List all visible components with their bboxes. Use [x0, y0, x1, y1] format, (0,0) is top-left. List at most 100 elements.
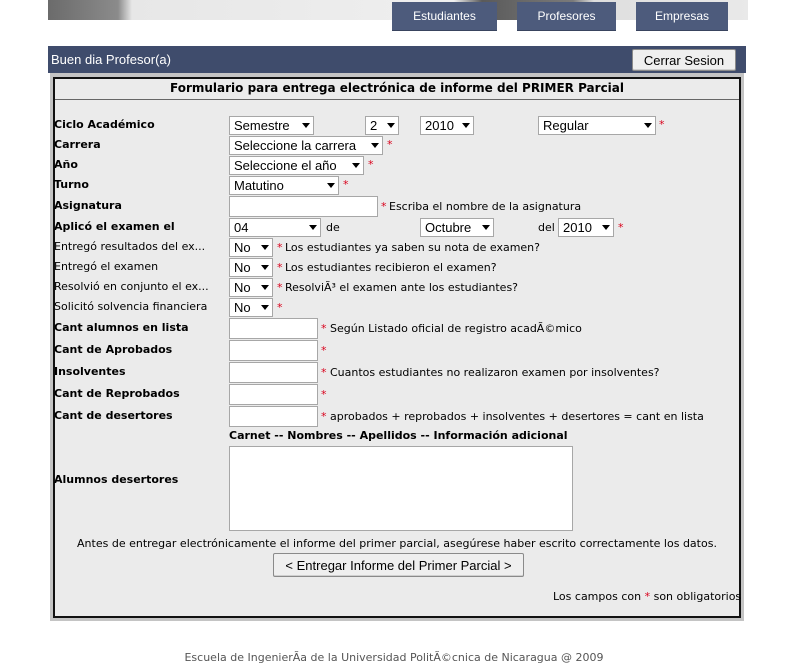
required-legend: Los campos con * son obligatorios	[553, 590, 741, 603]
chevron-down-icon	[261, 265, 269, 270]
turno-value: Matutino	[234, 178, 284, 193]
label-examen: Aplicó el examen el	[54, 220, 175, 233]
aprobados-input[interactable]	[229, 340, 318, 361]
ciclo-periodo-value: Semestre	[234, 118, 290, 133]
legend-text-after: son obligatorios	[653, 590, 742, 603]
examen-anio-value: 2010	[563, 220, 592, 235]
alumnos-input[interactable]	[229, 318, 318, 339]
required-mark: *	[321, 366, 327, 379]
footer-text: Escuela de IngenierÃ­a de la Universidad…	[184, 651, 604, 664]
ciclo-numero-value: 2	[370, 118, 378, 133]
form-title: Formulario para entrega electrónica de i…	[169, 81, 625, 95]
chevron-down-icon	[602, 225, 610, 230]
required-mark: *	[368, 158, 374, 171]
entrego-select[interactable]: No	[229, 258, 273, 277]
label-alumnos-desertores: Alumnos desertores	[54, 473, 179, 486]
chevron-down-icon	[261, 305, 269, 310]
chevron-down-icon	[261, 285, 269, 290]
required-mark: *	[659, 118, 665, 131]
label-insolventes: Insolventes	[54, 365, 126, 378]
asignatura-input[interactable]	[229, 196, 378, 217]
tab-empresas[interactable]: Empresas	[636, 2, 728, 31]
label-turno: Turno	[54, 178, 89, 191]
label-carrera: Carrera	[54, 138, 101, 151]
tab-estudiantes[interactable]: Estudiantes	[392, 2, 497, 31]
label-reprobados: Cant de Reprobados	[54, 387, 180, 400]
entrego-hint: Los estudiantes recibieron el examen?	[285, 261, 497, 274]
required-mark: *	[343, 178, 349, 191]
required-mark: *	[321, 344, 327, 357]
main-nav: Estudiantes Profesores Empresas	[0, 2, 788, 32]
label-anio: Año	[54, 158, 78, 171]
examen-dia-select[interactable]: 04	[229, 218, 321, 237]
label-resultados: Entregó resultados del ex...	[54, 240, 206, 253]
submit-report-button[interactable]: < Entregar Informe del Primer Parcial >	[273, 553, 524, 577]
del-text: del	[538, 221, 555, 234]
required-mark: *	[277, 261, 283, 274]
required-mark: *	[277, 301, 283, 314]
required-mark: *	[644, 590, 651, 603]
required-mark: *	[321, 322, 327, 335]
label-aprobados: Cant de Aprobados	[54, 343, 173, 356]
anio-select[interactable]: Seleccione el año	[229, 156, 364, 175]
reprobados-input[interactable]	[229, 384, 318, 405]
resolvio-value: No	[234, 280, 251, 295]
chevron-down-icon	[482, 225, 490, 230]
desertores-input[interactable]	[229, 406, 318, 427]
logout-button[interactable]: Cerrar Sesion	[632, 49, 736, 71]
chevron-down-icon	[387, 123, 395, 128]
chevron-down-icon	[371, 143, 379, 148]
required-mark: *	[321, 388, 327, 401]
chevron-down-icon	[462, 123, 470, 128]
examen-dia-value: 04	[234, 220, 249, 235]
solvencia-value: No	[234, 300, 251, 315]
title-divider	[55, 99, 739, 100]
ciclo-anio-value: 2010	[425, 118, 454, 133]
warning-text: Antes de entregar electrónicamente el in…	[77, 537, 717, 550]
resolvio-hint: ResolviÃ³ el examen ante los estudiantes…	[285, 281, 519, 294]
ciclo-numero-select[interactable]: 2	[365, 116, 399, 135]
chevron-down-icon	[327, 183, 335, 188]
insolventes-hint: Cuantos estudiantes no realizaron examen…	[330, 366, 660, 379]
de-text: de	[326, 221, 340, 234]
carrera-value: Seleccione la carrera	[234, 138, 357, 153]
insolventes-input[interactable]	[229, 362, 318, 383]
label-alumnos: Cant alumnos en lista	[54, 321, 189, 334]
turno-select[interactable]: Matutino	[229, 176, 339, 195]
resultados-hint: Los estudiantes ya saben su nota de exam…	[285, 241, 540, 254]
required-mark: *	[277, 281, 283, 294]
session-header: Buen dia Profesor(a) Cerrar Sesion	[48, 46, 746, 73]
ciclo-periodo-select[interactable]: Semestre	[229, 116, 314, 135]
examen-mes-select[interactable]: Octubre	[420, 218, 494, 237]
resultados-value: No	[234, 240, 251, 255]
label-ciclo: Ciclo Académico	[54, 118, 155, 131]
ciclo-tipo-select[interactable]: Regular	[538, 116, 656, 135]
ciclo-tipo-value: Regular	[543, 118, 589, 133]
carrera-select[interactable]: Seleccione la carrera	[229, 136, 383, 155]
desertores-textarea[interactable]	[229, 446, 573, 531]
legend-text-before: Los campos con	[553, 590, 642, 603]
chevron-down-icon	[644, 123, 652, 128]
resolvio-select[interactable]: No	[229, 278, 273, 297]
label-solvencia: Solicitó solvencia financiera	[54, 300, 208, 313]
chevron-down-icon	[302, 123, 310, 128]
required-mark: *	[277, 241, 283, 254]
chevron-down-icon	[309, 225, 317, 230]
ciclo-anio-select[interactable]: 2010	[420, 116, 474, 135]
asignatura-hint: Escriba el nombre de la asignatura	[389, 200, 582, 213]
chevron-down-icon	[261, 245, 269, 250]
alumnos-hint: Según Listado oficial de registro acadÃ©…	[330, 322, 582, 335]
entrego-value: No	[234, 260, 251, 275]
label-resolvio: Resolvió en conjunto el ex...	[54, 280, 209, 293]
chevron-down-icon	[352, 163, 360, 168]
resultados-select[interactable]: No	[229, 238, 273, 257]
anio-value: Seleccione el año	[234, 158, 337, 173]
desertores-column-header: Carnet -- Nombres -- Apellidos -- Inform…	[229, 429, 568, 442]
greeting-text: Buen dia Profesor(a)	[51, 52, 171, 67]
tab-profesores[interactable]: Profesores	[517, 2, 616, 31]
required-mark: *	[387, 138, 393, 151]
examen-anio-select[interactable]: 2010	[558, 218, 614, 237]
label-entrego: Entregó el examen	[54, 260, 159, 273]
solvencia-select[interactable]: No	[229, 298, 273, 317]
required-mark: *	[321, 410, 327, 423]
